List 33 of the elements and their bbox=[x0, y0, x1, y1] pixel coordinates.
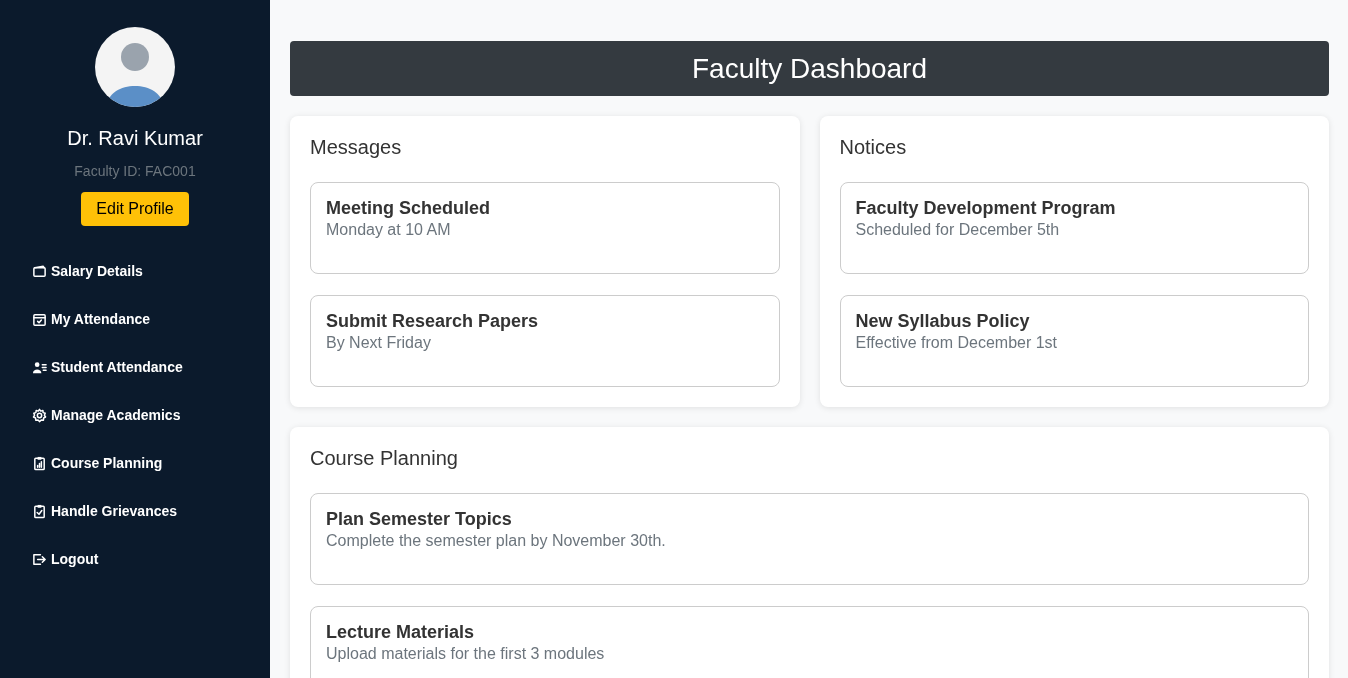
item-detail: Effective from December 1st bbox=[855, 334, 1059, 352]
person-list-icon bbox=[32, 359, 47, 375]
edit-profile-button[interactable]: Edit Profile bbox=[81, 192, 189, 226]
nav-link[interactable]: Salary Details bbox=[32, 262, 270, 280]
item-title: New Syllabus Policy bbox=[855, 311, 1031, 332]
item-detail: Scheduled for December 5th bbox=[855, 221, 1061, 239]
item-detail: Monday at 10 AM bbox=[326, 221, 452, 239]
nav-link[interactable]: My Attendance bbox=[32, 310, 270, 328]
item-title: Plan Semester Topics bbox=[326, 509, 513, 530]
item-title: Faculty Development Program bbox=[855, 198, 1117, 219]
card-title: Messages bbox=[310, 136, 403, 159]
nav-link[interactable]: Logout bbox=[32, 550, 270, 568]
logout-icon bbox=[32, 551, 47, 567]
item-title: Submit Research Papers bbox=[326, 311, 540, 332]
item-detail: Upload materials for the first 3 modules bbox=[326, 645, 606, 663]
item-title: Meeting Scheduled bbox=[326, 198, 492, 219]
card-title: Course Planning bbox=[310, 447, 459, 470]
nav-link[interactable]: Manage Academics bbox=[32, 406, 270, 424]
wallet-icon bbox=[32, 263, 47, 279]
profile-name: Dr. Ravi Kumar bbox=[67, 127, 203, 150]
clipboard-chart-icon bbox=[32, 455, 47, 471]
card-title: Notices bbox=[839, 136, 908, 159]
item-detail: Complete the semester plan by November 30th. bbox=[326, 532, 667, 550]
item-title: Lecture Materials bbox=[326, 622, 476, 643]
nav-link[interactable]: Course Planning bbox=[32, 454, 270, 472]
page-header: Faculty Dashboard bbox=[290, 41, 1329, 96]
clipboard-check-icon bbox=[32, 503, 47, 519]
item-detail: By Next Friday bbox=[326, 334, 432, 352]
faculty-id: Faculty ID: FAC001 bbox=[74, 163, 196, 179]
gear-icon bbox=[32, 407, 47, 423]
nav-link[interactable]: Student Attendance bbox=[32, 358, 270, 376]
calendar-check-icon bbox=[32, 311, 47, 327]
nav-link[interactable]: Handle Grievances bbox=[32, 502, 270, 520]
